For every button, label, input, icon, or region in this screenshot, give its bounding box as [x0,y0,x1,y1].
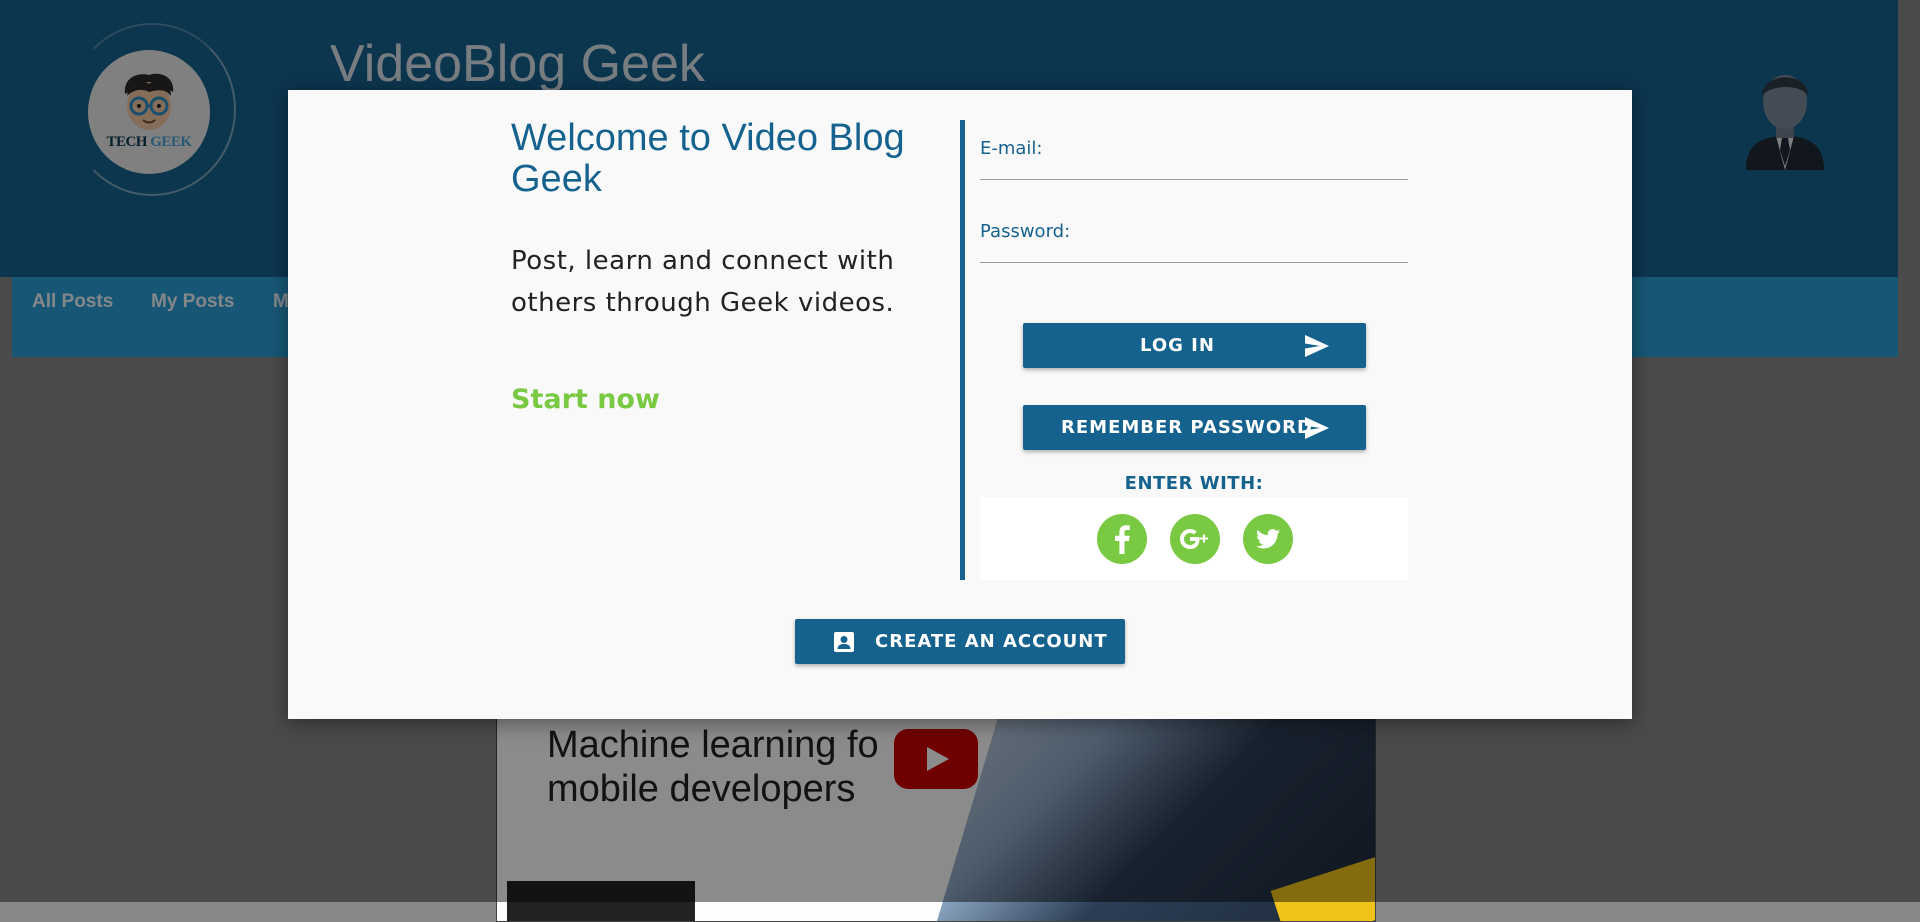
social-login-box [980,497,1408,580]
twitter-icon[interactable] [1243,514,1293,564]
welcome-title: Welcome to Video Blog Geek [511,117,905,200]
start-now-link[interactable]: Start now [511,384,660,415]
send-icon [1305,417,1329,439]
password-field[interactable] [980,233,1408,263]
login-button-label: LOG IN [1140,335,1215,356]
remember-password-button[interactable]: REMEMBER PASSWORD [1023,405,1366,450]
welcome-login-modal: Welcome to Video Blog Geek Post, learn a… [288,90,1632,719]
send-icon [1305,335,1329,357]
facebook-icon[interactable] [1097,514,1147,564]
google-plus-icon[interactable] [1170,514,1220,564]
remember-password-label: REMEMBER PASSWORD [1061,417,1313,438]
email-field[interactable] [980,150,1408,180]
vertical-divider [960,120,965,580]
create-account-label: CREATE AN ACCOUNT [875,631,1108,652]
welcome-description: Post, learn and connect with others thro… [511,246,895,318]
create-account-button[interactable]: CREATE AN ACCOUNT [795,619,1125,664]
login-button[interactable]: LOG IN [1023,323,1366,368]
enter-with-label: ENTER WITH: [1124,473,1264,494]
account-box-icon [834,632,854,652]
